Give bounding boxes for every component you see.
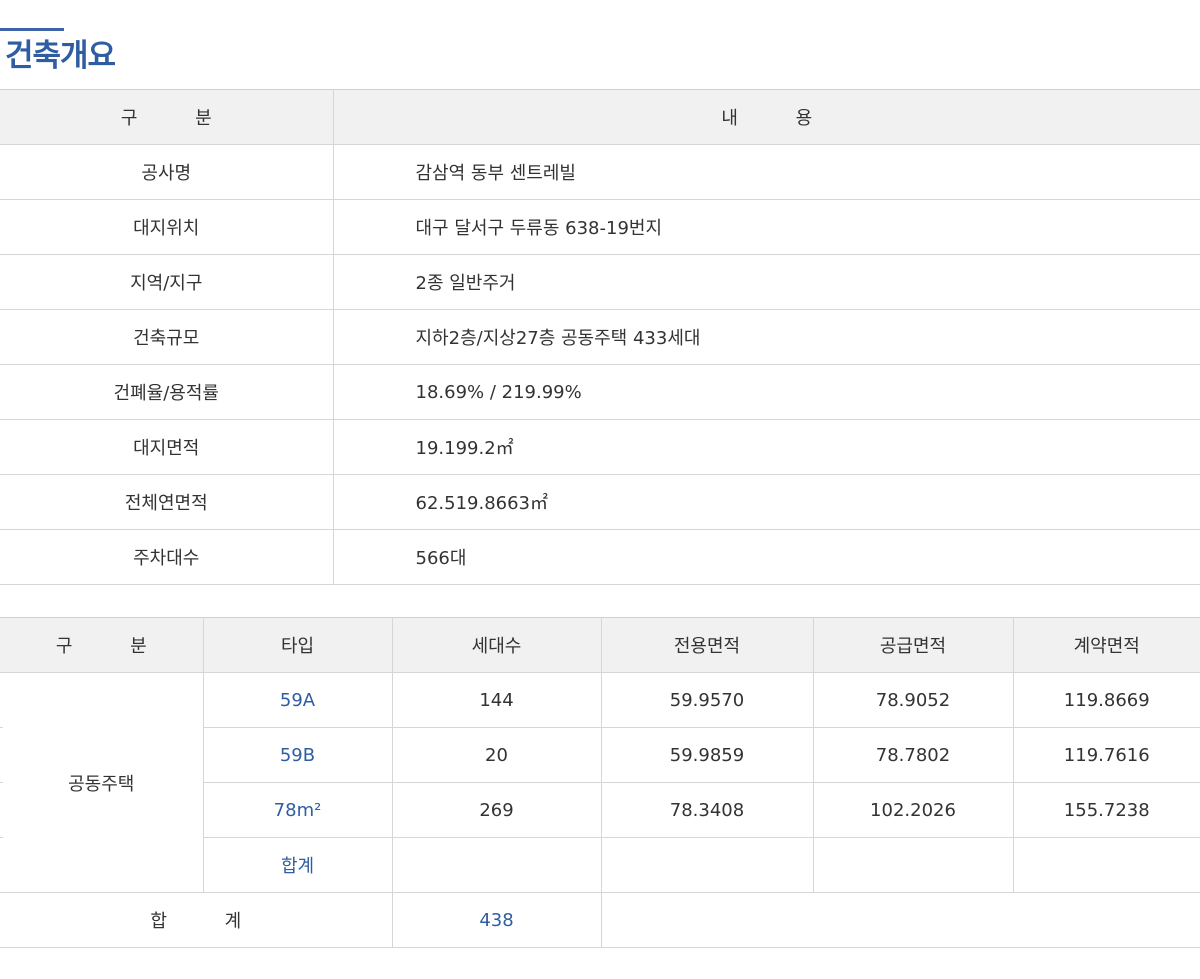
overview-header-row: 구 분 내 용 xyxy=(0,89,1200,145)
overview-row-site-area: 대지면적 19.199.2㎡ xyxy=(0,419,1200,475)
row-value: 62.519.8663㎡ xyxy=(333,474,1200,530)
overview-row-site-location: 대지위치 대구 달서구 두류동 638-19번지 xyxy=(0,199,1200,255)
row-value: 566대 xyxy=(333,529,1200,585)
overview-header-value: 내 용 xyxy=(333,89,1200,145)
overview-row-building-scale: 건축규모 지하2층/지상27층 공동주택 433세대 xyxy=(0,309,1200,365)
total-row: 합 계 438 xyxy=(0,892,1200,948)
header-category: 구 분 xyxy=(0,617,203,673)
row-value: 지하2층/지상27층 공동주택 433세대 xyxy=(333,309,1200,365)
overview-row-zoning: 지역/지구 2종 일반주거 xyxy=(0,254,1200,310)
contract-area-value: 119.7616 xyxy=(1012,727,1200,783)
subtotal-link[interactable]: 합계 xyxy=(203,837,392,893)
header-supply-area: 공급면적 xyxy=(812,617,1013,673)
contract-area-value xyxy=(1012,837,1200,893)
contract-area-value: 119.8669 xyxy=(1012,672,1200,728)
row-label: 건폐율/용적률 xyxy=(0,364,334,420)
overview-row-coverage-ratio: 건폐율/용적률 18.69% / 219.99% xyxy=(0,364,1200,420)
row-value: 18.69% / 219.99% xyxy=(333,364,1200,420)
row-label: 주차대수 xyxy=(0,529,334,585)
supply-area-value: 102.2026 xyxy=(812,782,1013,838)
row-label: 건축규모 xyxy=(0,309,334,365)
unit-type-table: 구 분 타입 세대수 전용면적 공급면적 계약면적 공동주택 59A 144 5… xyxy=(0,617,1200,948)
row-label: 전체연면적 xyxy=(0,474,334,530)
households-value: 20 xyxy=(391,727,601,783)
overview-row-total-floor-area: 전체연면적 62.519.8663㎡ xyxy=(0,474,1200,530)
type-link[interactable]: 78m² xyxy=(203,782,392,838)
row-label: 공사명 xyxy=(0,144,334,200)
exclusive-area-value xyxy=(600,837,813,893)
group-label: 공동주택 xyxy=(0,672,204,893)
overview-table: 구 분 내 용 공사명 감삼역 동부 센트레빌 대지위치 대구 달서구 두류동 … xyxy=(0,89,1200,585)
row-divider-tick xyxy=(0,727,3,728)
table-row: 공동주택 59A 144 59.9570 78.9052 119.8669 xyxy=(0,672,1200,893)
row-label: 대지위치 xyxy=(0,199,334,255)
total-empty-cell xyxy=(600,892,1200,948)
header-type: 타입 xyxy=(202,617,392,673)
contract-area-value: 155.7238 xyxy=(1012,782,1200,838)
row-value: 감삼역 동부 센트레빌 xyxy=(333,144,1200,200)
header-exclusive-area: 전용면적 xyxy=(600,617,813,673)
overview-row-project-name: 공사명 감삼역 동부 센트레빌 xyxy=(0,144,1200,200)
row-divider-tick xyxy=(0,782,3,783)
row-label: 지역/지구 xyxy=(0,254,334,310)
overview-header-label: 구 분 xyxy=(0,89,334,145)
total-label: 합 계 xyxy=(0,892,392,948)
supply-area-value: 78.7802 xyxy=(812,727,1013,783)
type-header-row: 구 분 타입 세대수 전용면적 공급면적 계약면적 xyxy=(0,617,1200,673)
title-accent-bar xyxy=(0,28,64,31)
exclusive-area-value: 78.3408 xyxy=(600,782,813,838)
overview-row-parking: 주차대수 566대 xyxy=(0,529,1200,585)
households-value xyxy=(391,837,601,893)
type-link[interactable]: 59B xyxy=(203,727,392,783)
type-link[interactable]: 59A xyxy=(203,672,392,728)
header-households: 세대수 xyxy=(391,617,601,673)
supply-area-value xyxy=(812,837,1013,893)
row-label: 대지면적 xyxy=(0,419,334,475)
exclusive-area-value: 59.9859 xyxy=(600,727,813,783)
row-divider-tick xyxy=(0,837,3,838)
exclusive-area-value: 59.9570 xyxy=(600,672,813,728)
row-value: 19.199.2㎡ xyxy=(333,419,1200,475)
section-title: 건축개요 xyxy=(5,38,116,74)
row-value: 대구 달서구 두류동 638-19번지 xyxy=(333,199,1200,255)
supply-area-value: 78.9052 xyxy=(812,672,1013,728)
header-contract-area: 계약면적 xyxy=(1012,617,1200,673)
households-value: 144 xyxy=(391,672,601,728)
households-value: 269 xyxy=(391,782,601,838)
total-households-value: 438 xyxy=(391,892,601,948)
row-value: 2종 일반주거 xyxy=(333,254,1200,310)
